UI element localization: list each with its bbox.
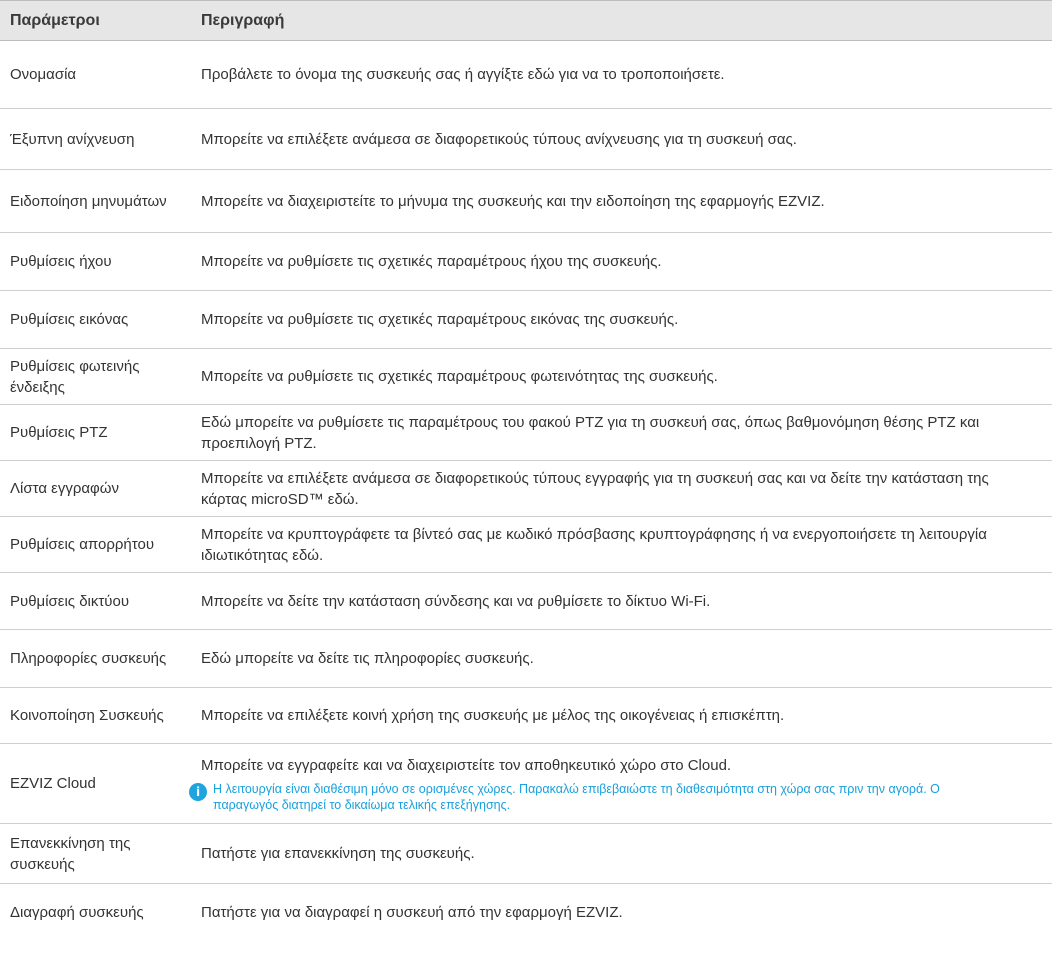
param-name: Διαγραφή συσκευής (10, 903, 144, 921)
param-name: Ονομασία (0, 40, 191, 109)
table-row: Έξυπνη ανίχνευση Μπορείτε να επιλέξετε α… (0, 108, 1052, 170)
header-description: Περιγραφή (191, 0, 1052, 41)
table-row: Ρυθμίσεις PTZ Εδώ μπορείτε να ρυθμίσετε … (0, 404, 1052, 461)
param-description: Εδώ μπορείτε να δείτε τις πληροφορίες συ… (191, 629, 1052, 688)
table-row: Επανεκκίνηση της συσκευής Πατήστε για επ… (0, 823, 1052, 884)
table-row: Ονομασία Προβάλετε το όνομα της συσκευής… (0, 40, 1052, 109)
param-description: Μπορείτε να κρυπτογράφετε τα βίντεό σας … (191, 516, 1052, 573)
param-name: Ρυθμίσεις ήχου (0, 232, 191, 291)
param-name: Ρυθμίσεις δικτύου (0, 572, 191, 630)
param-description: Μπορείτε να εγγραφείτε και να διαχειριστ… (201, 756, 732, 774)
table-row: Ρυθμίσεις απορρήτου Μπορείτε να κρυπτογρ… (0, 516, 1052, 573)
info-icon: i (189, 782, 207, 801)
param-description: Μπορείτε να επιλέξετε ανάμεσα σε διαφορε… (191, 460, 1052, 517)
param-description: Μπορείτε να ρυθμίσετε τις σχετικές παραμ… (191, 290, 1052, 349)
param-description: Μπορείτε να διαχειριστείτε το μήνυμα της… (191, 169, 1052, 233)
param-name: Έξυπνη ανίχνευση (0, 108, 191, 170)
param-description-cell: Μπορείτε να εγγραφείτε και να διαχειριστ… (189, 743, 1052, 824)
param-description: Μπορείτε να επιλέξετε ανάμεσα σε διαφορε… (191, 108, 1052, 170)
param-description: Πατήστε για να διαγραφεί η συσκευή από τ… (201, 903, 623, 921)
param-name: Λίστα εγγραφών (0, 460, 191, 517)
param-name: Ειδοποίηση μηνυμάτων (0, 169, 191, 233)
param-description: Μπορείτε να ρυθμίσετε τις σχετικές παραμ… (191, 232, 1052, 291)
header-parameters: Παράμετροι (0, 0, 191, 41)
table-row: Λίστα εγγραφών Μπορείτε να επιλέξετε ανά… (0, 460, 1052, 517)
table-row: Ρυθμίσεις δικτύου Μπορείτε να δείτε την … (0, 572, 1052, 630)
param-name: EZVIZ Cloud (0, 743, 191, 824)
table-row: Ρυθμίσεις εικόνας Μπορείτε να ρυθμίσετε … (0, 290, 1052, 349)
table-row: EZVIZ Cloud Μπορείτε να εγγραφείτε και ν… (0, 743, 1052, 824)
param-description: Πατήστε για επανεκκίνηση της συσκευής. (191, 823, 1052, 884)
param-description: Μπορείτε να δείτε την κατάσταση σύνδεσης… (191, 572, 1052, 630)
table-header-row: Παράμετροι Περιγραφή (0, 0, 1052, 41)
note-text: Η λειτουργία είναι διαθέσιμη μόνο σε ορι… (213, 781, 940, 812)
param-name: Ρυθμίσεις PTZ (0, 404, 191, 461)
table-row: Διαγραφή συσκευής Πατήστε για να διαγραφ… (0, 884, 1052, 941)
param-name: Ρυθμίσεις απορρήτου (0, 516, 191, 573)
table-row: Ρυθμίσεις φωτεινής ένδειξης Μπορείτε να … (0, 348, 1052, 405)
availability-note: i Η λειτουργία είναι διαθέσιμη μόνο σε ο… (189, 781, 1002, 813)
param-description: Εδώ μπορείτε να ρυθμίσετε τις παραμέτρου… (191, 404, 1052, 461)
table-row: Ρυθμίσεις ήχου Μπορείτε να ρυθμίσετε τις… (0, 232, 1052, 291)
table-row: Κοινοποίηση Συσκευής Μπορείτε να επιλέξε… (0, 687, 1052, 744)
param-name: Πληροφορίες συσκευής (0, 629, 191, 688)
param-description: Μπορείτε να ρυθμίσετε τις σχετικές παραμ… (191, 348, 1052, 405)
param-description: Μπορείτε να επιλέξετε κοινή χρήση της συ… (191, 687, 1052, 744)
param-name: Ρυθμίσεις εικόνας (0, 290, 191, 349)
table-row: Ειδοποίηση μηνυμάτων Μπορείτε να διαχειρ… (0, 169, 1052, 233)
param-name: Κοινοποίηση Συσκευής (0, 687, 191, 744)
param-name: Ρυθμίσεις φωτεινής ένδειξης (0, 348, 191, 405)
table-row: Πληροφορίες συσκευής Εδώ μπορείτε να δεί… (0, 629, 1052, 688)
parameters-table: Παράμετροι Περιγραφή Ονομασία Προβάλετε … (0, 0, 1052, 941)
param-description: Προβάλετε το όνομα της συσκευής σας ή αγ… (191, 40, 1052, 109)
param-name: Επανεκκίνηση της συσκευής (0, 823, 191, 884)
